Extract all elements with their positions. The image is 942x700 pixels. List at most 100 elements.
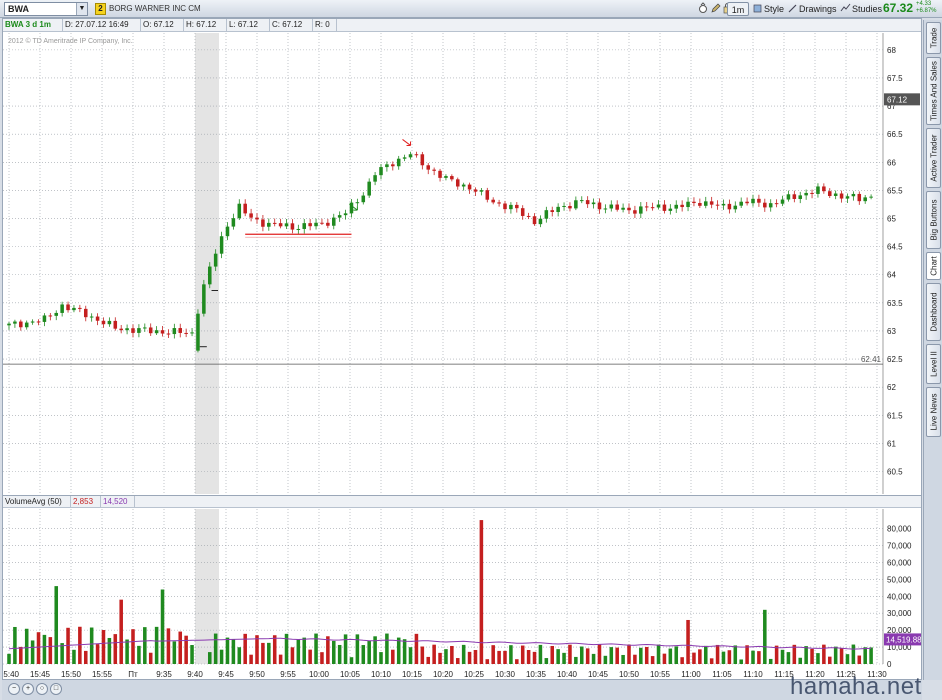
copyright-text: 2012 © TD Ameritrade IP Company, Inc. [8, 38, 133, 45]
link-group-badge[interactable]: 2 [95, 3, 106, 15]
side-tab-chart[interactable]: Chart [926, 252, 941, 280]
side-tab-live-news[interactable]: Live News [926, 387, 941, 437]
candle-body [78, 307, 82, 309]
drawings-menu[interactable]: Drawings [799, 2, 837, 16]
watermark-text: hamaha.net [790, 673, 922, 700]
style-icon[interactable] [752, 2, 763, 16]
last-price: 67.32 [883, 1, 914, 15]
candle-body [686, 201, 690, 208]
chart-area[interactable]: 15:40 15:45 15:50 15:55 Пт 9:35 9:40 9:45 9:50 9:… [2, 18, 922, 680]
volume-bar [426, 656, 431, 664]
zoom-fit-icon[interactable]: □ [50, 683, 62, 695]
candle-body [520, 208, 525, 216]
volume-bar [568, 644, 572, 664]
volume-bar [627, 644, 631, 664]
candle-body [42, 315, 47, 322]
side-tab-active-trader[interactable]: Active Trader [926, 128, 941, 188]
candle-body [320, 222, 324, 224]
price-tick-label: 66 [887, 158, 896, 167]
side-tab-times-and-sales[interactable]: Times And Sales [926, 57, 941, 125]
candle-body [745, 201, 749, 204]
volume-bar [816, 653, 820, 664]
volume-bar [615, 647, 619, 664]
candle-body [326, 222, 330, 226]
style-menu[interactable]: Style [764, 2, 784, 16]
price-tick-label: 61 [887, 439, 896, 448]
candle-body [515, 204, 519, 209]
volume-bar [591, 653, 596, 664]
zoom-reset-icon[interactable]: ○ [36, 683, 48, 695]
candle-body [261, 219, 265, 227]
candle-body [733, 205, 738, 210]
candle-body [615, 204, 619, 210]
candle-body [178, 328, 183, 333]
side-tab-dashboard[interactable]: Dashboard [926, 283, 941, 341]
x-tick-label: 15:45 [30, 670, 51, 679]
candle-body [668, 208, 673, 211]
volume-bar [385, 633, 389, 664]
price-tick-label: 62 [887, 383, 896, 392]
volume-bar [703, 645, 708, 664]
bar-range: R: 0 [313, 19, 337, 31]
candle-body [780, 199, 785, 204]
side-tab-trade[interactable]: Trade [926, 22, 941, 54]
candle-body [497, 202, 501, 204]
candle-body [574, 200, 578, 209]
volume-bar [774, 645, 779, 664]
candle-body [154, 330, 159, 334]
candle-body [479, 190, 484, 192]
zoom-out-icon[interactable]: − [8, 683, 20, 695]
pencil-icon[interactable] [710, 2, 721, 16]
drawings-icon[interactable] [787, 2, 798, 16]
zoom-in-icon[interactable]: + [22, 683, 34, 695]
price-tick-label: 64 [887, 271, 896, 280]
volume-bar [851, 644, 856, 664]
volume-bar [686, 619, 690, 664]
volume-bar [148, 652, 153, 664]
candle-body [24, 322, 29, 328]
candle-body [355, 202, 360, 204]
volume-bar [131, 629, 135, 664]
symbol-input[interactable]: BWA ▼ [4, 2, 88, 16]
x-tick-label: 10:45 [588, 670, 609, 679]
candle-body [184, 332, 188, 334]
volume-bar [219, 649, 224, 664]
volume-value-average: 14,520 [101, 496, 135, 508]
volume-bar [143, 627, 147, 664]
volume-bar [154, 626, 159, 664]
volume-study-label[interactable]: VolumeAvg (50) [3, 496, 71, 508]
candle-body [107, 320, 112, 325]
studies-menu[interactable]: Studies [852, 2, 882, 16]
symbol-dropdown-icon[interactable]: ▼ [76, 3, 87, 15]
candle-body [585, 200, 590, 205]
volume-bar [727, 650, 732, 664]
studies-icon[interactable] [840, 2, 851, 16]
candle-body [532, 216, 537, 225]
candle-body [609, 204, 614, 209]
share-icon[interactable] [698, 2, 709, 16]
volume-bar [36, 632, 41, 664]
side-tab-big-buttons[interactable]: Big Buttons [926, 191, 941, 249]
volume-bar [768, 658, 773, 664]
volume-bar [721, 651, 726, 664]
side-tab-label: Active Trader [929, 134, 938, 182]
candle-body [792, 194, 797, 199]
volume-bar [432, 644, 436, 664]
volume-bar [408, 647, 413, 664]
volume-bar [349, 657, 354, 664]
side-tab-label: Times And Sales [929, 61, 938, 121]
candle-body [72, 307, 76, 311]
candle-body [680, 204, 684, 208]
candle-body [379, 167, 383, 176]
volume-bar [19, 646, 23, 664]
chart-canvas[interactable]: 15:40 15:45 15:50 15:55 Пт 9:35 9:40 9:45 9:50 9:… [3, 19, 921, 679]
candle-body [367, 181, 371, 196]
chart-symbol-label[interactable]: BWA 3 d 1m [3, 19, 63, 31]
candle-body [308, 223, 312, 227]
candle-body [131, 328, 135, 333]
x-tick-label: 10:35 [526, 670, 547, 679]
volume-bar [337, 644, 342, 664]
interval-button[interactable]: 1m [727, 2, 749, 16]
volume-bar [656, 644, 661, 664]
side-tab-level-ii[interactable]: Level II [926, 344, 941, 384]
